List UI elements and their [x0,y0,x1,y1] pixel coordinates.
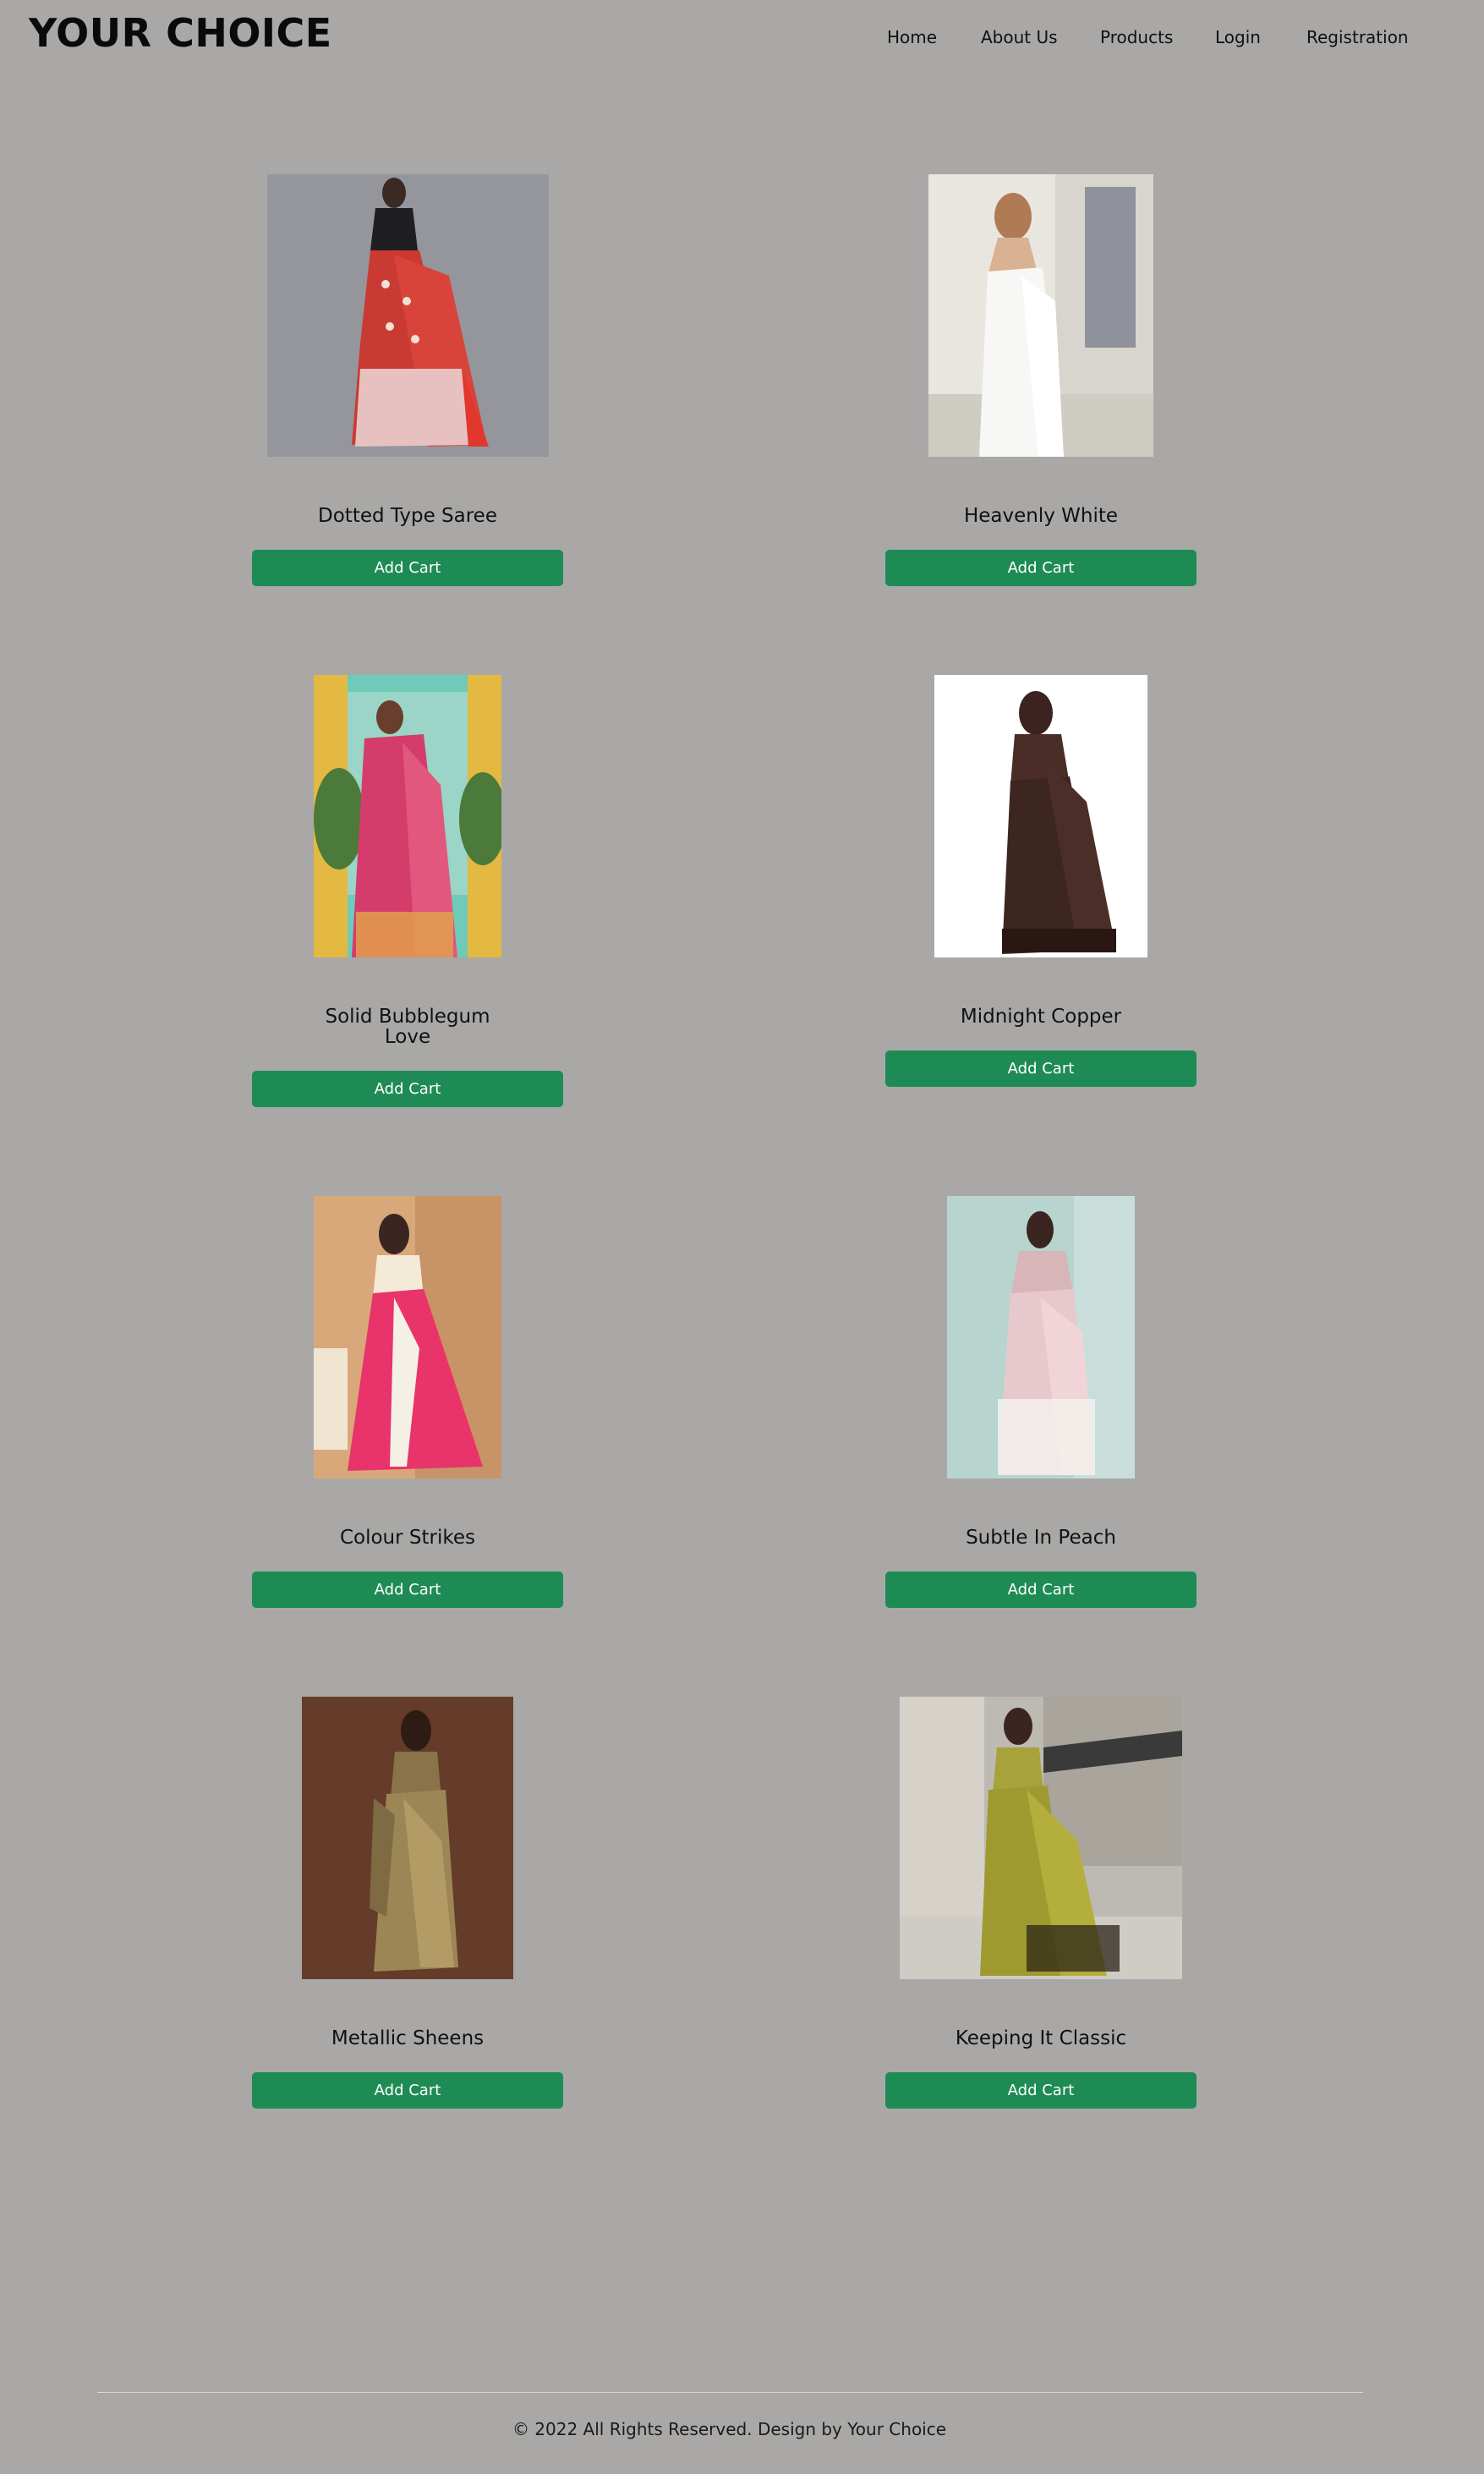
add-cart-button[interactable]: Add Cart [252,2072,563,2109]
nav-login[interactable]: Login [1215,27,1261,52]
product-card: Keeping It Classic Add Cart [885,1697,1197,2111]
site-logo[interactable]: YOUR CHOICE [29,10,332,56]
product-title: Metallic Sheens [331,2027,485,2049]
product-card: Midnight Copper Add Cart [885,675,1197,1089]
nav-registration[interactable]: Registration [1306,27,1409,52]
product-image[interactable] [900,1697,1182,1979]
product-title: Keeping It Classic [955,2027,1127,2049]
add-cart-button[interactable]: Add Cart [885,1572,1197,1608]
product-image[interactable] [934,675,1147,957]
product-image[interactable] [928,174,1153,457]
product-image[interactable] [314,675,501,957]
nav-about-us[interactable]: About Us [981,27,1058,52]
add-cart-button[interactable]: Add Cart [252,1071,563,1107]
product-image[interactable] [267,174,549,457]
footer-divider [97,2392,1363,2393]
product-title: Dotted Type Saree [318,505,497,527]
product-card: Solid Bubblegum Love Add Cart [252,675,563,1115]
product-card: Colour Strikes Add Cart [252,1196,563,1610]
add-cart-button[interactable]: Add Cart [252,550,563,586]
product-image[interactable] [314,1196,501,1478]
product-title: Subtle In Peach [966,1527,1116,1549]
site-header: YOUR CHOICE Home About Us Products Login… [0,0,1484,76]
product-image[interactable] [302,1697,513,1979]
add-cart-button[interactable]: Add Cart [252,1572,563,1608]
product-title: Solid Bubblegum Love [325,1006,490,1048]
product-image[interactable] [947,1196,1135,1478]
product-card: Heavenly White Add Cart [885,174,1197,589]
nav-home[interactable]: Home [887,27,937,52]
product-title: Midnight Copper [960,1006,1122,1028]
add-cart-button[interactable]: Add Cart [885,2072,1197,2109]
add-cart-button[interactable]: Add Cart [885,550,1197,586]
product-card: Dotted Type Saree Add Cart [252,174,563,589]
product-card: Metallic Sheens Add Cart [252,1697,563,2111]
nav-products[interactable]: Products [1100,27,1173,52]
footer-copyright: © 2022 All Rights Reserved. Design by Yo… [512,2419,947,2439]
product-title: Heavenly White [963,505,1119,527]
product-card: Subtle In Peach Add Cart [885,1196,1197,1610]
add-cart-button[interactable]: Add Cart [885,1050,1197,1087]
product-title: Colour Strikes [339,1527,476,1549]
